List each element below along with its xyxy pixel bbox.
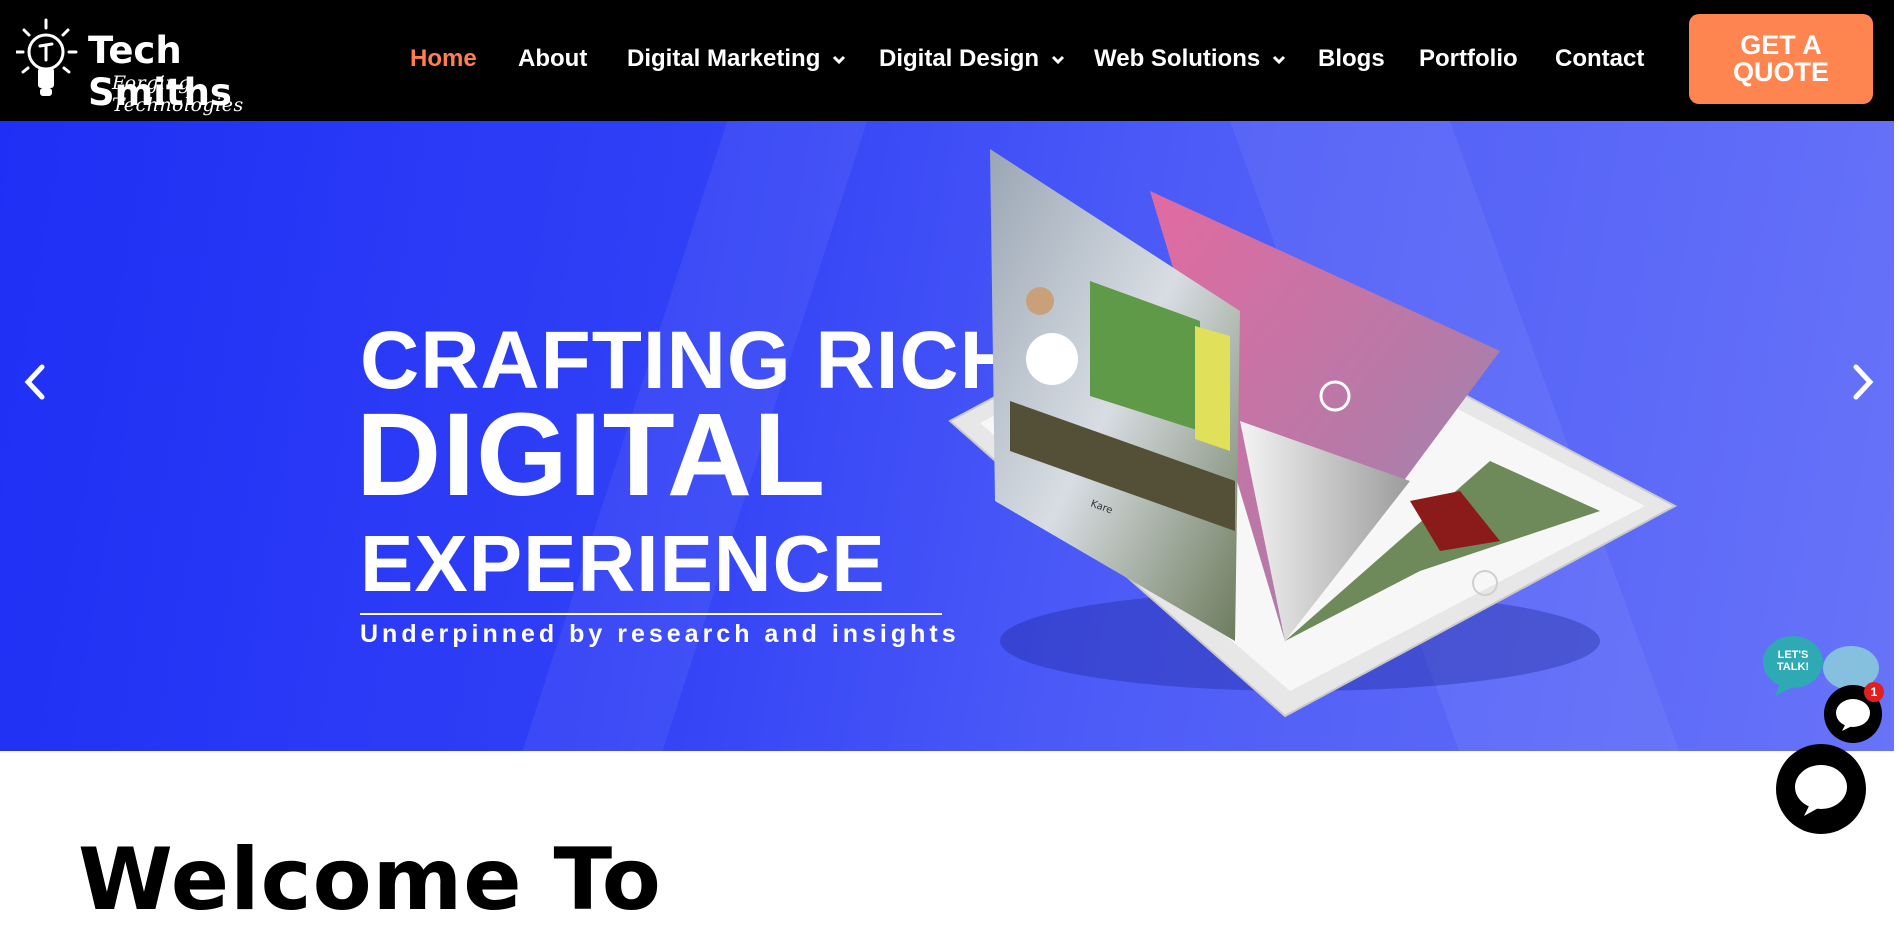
chevron-left-icon [24,364,45,400]
welcome-heading: Welcome To [78,829,662,930]
chat-bubble-icon [1795,765,1847,816]
brand-tagline: Forging Technologies [112,72,244,116]
nav-label-blogs: Blogs [1318,45,1385,72]
nav-label-web-solutions: Web Solutions [1094,45,1261,72]
site-header: Tech Smiths Forging Technologies Home Ab… [0,0,1894,121]
hero-headline-line2: DIGITAL [356,389,827,521]
nav-label-about: About [518,45,588,72]
hero-divider [360,613,942,615]
chat-launcher-button[interactable] [1776,744,1866,834]
lets-talk-label: LET'S TALK! [1776,649,1810,673]
chevron-right-icon [1853,364,1874,400]
get-quote-button[interactable]: GET A QUOTE [1689,14,1873,104]
hero-headline-line3: EXPERIENCE [360,519,886,608]
slider-next-button[interactable] [1842,359,1882,405]
chevron-down-icon [1051,55,1065,64]
chevron-down-icon [1273,55,1286,64]
nav-label-portfolio: Portfolio [1419,45,1518,72]
slider-prev-button[interactable] [16,359,56,405]
nav-item-blogs[interactable]: Blogs [1318,44,1385,74]
tablet-illustration: Kare [948,149,1678,718]
nav-item-digital-marketing[interactable]: Digital Marketing [627,44,846,74]
nav-label-contact: Contact [1555,45,1645,72]
nav-label-home: Home [410,45,477,72]
lightbulb-icon [16,18,78,96]
nav-item-web-solutions[interactable]: Web Solutions [1094,44,1286,74]
hero-subtitle: Underpinned by research and insights [360,620,960,648]
nav-label-digital-marketing: Digital Marketing [627,45,821,72]
nav-item-portfolio[interactable]: Portfolio [1419,44,1518,74]
nav-item-home[interactable]: Home [410,44,477,74]
nav-item-digital-design[interactable]: Digital Design [879,44,1065,74]
nav-item-about[interactable]: About [518,44,587,74]
nav-item-contact[interactable]: Contact [1555,44,1644,74]
site-logo[interactable]: Tech Smiths Forging Technologies [16,16,296,116]
hero-slider: CRAFTING RICH DIGITAL EXPERIENCE Underpi… [0,121,1894,751]
nav-label-digital-design: Digital Design [879,45,1040,72]
chevron-down-icon [833,55,846,64]
chat-notification-badge: 1 [1864,682,1884,702]
get-quote-label: GET A QUOTE [1732,30,1829,87]
